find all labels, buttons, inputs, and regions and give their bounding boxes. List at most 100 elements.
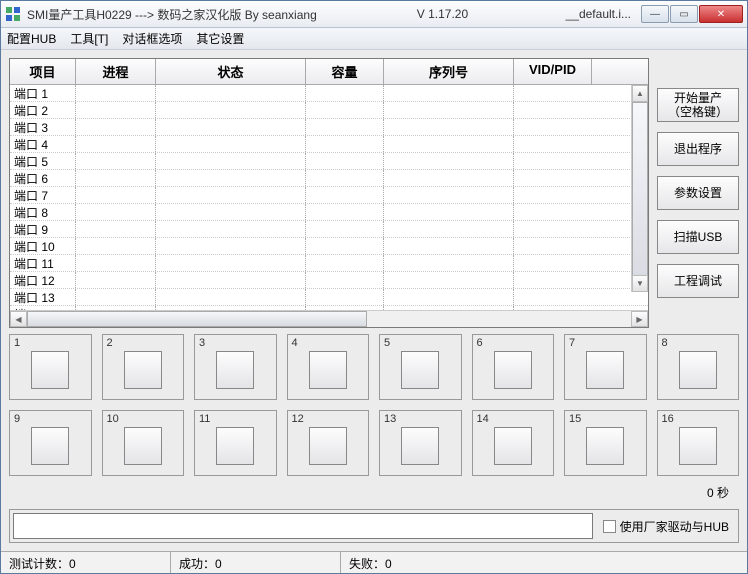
table-row[interactable]: 端口 13 <box>10 289 648 306</box>
col-item[interactable]: 项目 <box>10 59 76 84</box>
port-indicator[interactable] <box>216 427 254 465</box>
scroll-up-icon[interactable]: ▲ <box>632 85 648 102</box>
port-indicator[interactable] <box>309 427 347 465</box>
content-area: 项目 进程 状态 容量 序列号 VID/PID 端口 1端口 2端口 3端口 4… <box>1 50 747 551</box>
table-header: 项目 进程 状态 容量 序列号 VID/PID <box>10 59 648 85</box>
col-serial[interactable]: 序列号 <box>384 59 514 84</box>
table-cell <box>384 255 514 271</box>
table-cell <box>76 153 156 169</box>
table-row[interactable]: 端口 6 <box>10 170 648 187</box>
table-row[interactable]: 端口 1 <box>10 85 648 102</box>
port-indicator[interactable] <box>679 427 717 465</box>
table-row[interactable]: 端口 12 <box>10 272 648 289</box>
port-number: 1 <box>14 337 87 349</box>
table-cell <box>306 255 384 271</box>
start-button[interactable]: 开始量产 （空格键） <box>657 88 739 122</box>
menu-other[interactable]: 其它设置 <box>196 30 244 47</box>
table-cell <box>76 119 156 135</box>
port-indicator[interactable] <box>216 351 254 389</box>
hscroll-thumb[interactable] <box>27 311 367 327</box>
table-row[interactable]: 端口 4 <box>10 136 648 153</box>
port-cell: 13 <box>379 410 462 476</box>
close-button[interactable]: ✕ <box>699 5 743 23</box>
menu-tools[interactable]: 工具[T] <box>70 30 108 47</box>
table-cell <box>156 170 306 186</box>
table-cell <box>306 238 384 254</box>
table-cell <box>384 289 514 305</box>
table-cell <box>76 306 156 310</box>
driver-checkbox-wrap[interactable]: 使用厂家驱动与HUB <box>603 518 729 535</box>
table-cell <box>514 85 592 101</box>
table-row[interactable]: 端口 5 <box>10 153 648 170</box>
port-indicator[interactable] <box>124 427 162 465</box>
table-cell <box>514 187 592 203</box>
maximize-button[interactable]: ▭ <box>670 5 698 23</box>
table-cell <box>76 272 156 288</box>
table-cell <box>514 255 592 271</box>
table-row[interactable]: 端口 11 <box>10 255 648 272</box>
menubar: 配置HUB 工具[T] 对话框选项 其它设置 <box>1 28 747 50</box>
table-row[interactable]: 端口 7 <box>10 187 648 204</box>
hscroll-track[interactable] <box>27 311 631 327</box>
table-cell <box>156 85 306 101</box>
table-row[interactable]: 端口 14 <box>10 306 648 310</box>
table-cell: 端口 5 <box>10 153 76 169</box>
scroll-left-icon[interactable]: ◀ <box>10 311 27 327</box>
port-cell: 8 <box>657 334 740 400</box>
port-cell: 3 <box>194 334 277 400</box>
port-number: 10 <box>107 413 180 425</box>
port-indicator[interactable] <box>31 351 69 389</box>
col-progress[interactable]: 进程 <box>76 59 156 84</box>
table-cell: 端口 10 <box>10 238 76 254</box>
port-cell: 9 <box>9 410 92 476</box>
port-number: 11 <box>199 413 272 425</box>
table-cell <box>514 204 592 220</box>
port-cell: 15 <box>564 410 647 476</box>
menu-dialog[interactable]: 对话框选项 <box>122 30 182 47</box>
timer-row: 0 秒 <box>9 482 739 503</box>
port-indicator[interactable] <box>31 427 69 465</box>
port-indicator[interactable] <box>586 351 624 389</box>
col-capacity[interactable]: 容量 <box>306 59 384 84</box>
port-cell: 6 <box>472 334 555 400</box>
scan-button[interactable]: 扫描USB <box>657 220 739 254</box>
table-row[interactable]: 端口 2 <box>10 102 648 119</box>
table-row[interactable]: 端口 9 <box>10 221 648 238</box>
table-row[interactable]: 端口 3 <box>10 119 648 136</box>
table-cell <box>514 153 592 169</box>
scroll-right-icon[interactable]: ▶ <box>631 311 648 327</box>
port-cell: 10 <box>102 410 185 476</box>
col-status[interactable]: 状态 <box>156 59 306 84</box>
table-cell <box>514 238 592 254</box>
scroll-down-icon[interactable]: ▼ <box>632 275 648 292</box>
table-cell <box>156 289 306 305</box>
col-vidpid[interactable]: VID/PID <box>514 59 592 84</box>
menu-hub[interactable]: 配置HUB <box>7 30 56 47</box>
table-cell <box>306 85 384 101</box>
table-row[interactable]: 端口 8 <box>10 204 648 221</box>
port-indicator[interactable] <box>309 351 347 389</box>
table-cell <box>514 289 592 305</box>
port-indicator[interactable] <box>401 351 439 389</box>
port-cell: 11 <box>194 410 277 476</box>
vscroll-thumb[interactable] <box>632 102 648 282</box>
settings-button[interactable]: 参数设置 <box>657 176 739 210</box>
port-indicator[interactable] <box>494 351 532 389</box>
main-input[interactable] <box>13 513 593 539</box>
table-row[interactable]: 端口 10 <box>10 238 648 255</box>
driver-checkbox[interactable] <box>603 520 616 533</box>
horizontal-scrollbar[interactable]: ◀ ▶ <box>10 310 648 327</box>
port-indicator[interactable] <box>124 351 162 389</box>
exit-button[interactable]: 退出程序 <box>657 132 739 166</box>
port-indicator[interactable] <box>494 427 532 465</box>
port-cell: 4 <box>287 334 370 400</box>
debug-button[interactable]: 工程调试 <box>657 264 739 298</box>
table-cell <box>514 136 592 152</box>
vertical-scrollbar[interactable]: ▲ ▼ <box>631 85 648 292</box>
port-indicator[interactable] <box>401 427 439 465</box>
port-number: 8 <box>662 337 735 349</box>
port-indicator[interactable] <box>586 427 624 465</box>
port-indicator[interactable] <box>679 351 717 389</box>
table-cell <box>156 204 306 220</box>
minimize-button[interactable]: — <box>641 5 669 23</box>
